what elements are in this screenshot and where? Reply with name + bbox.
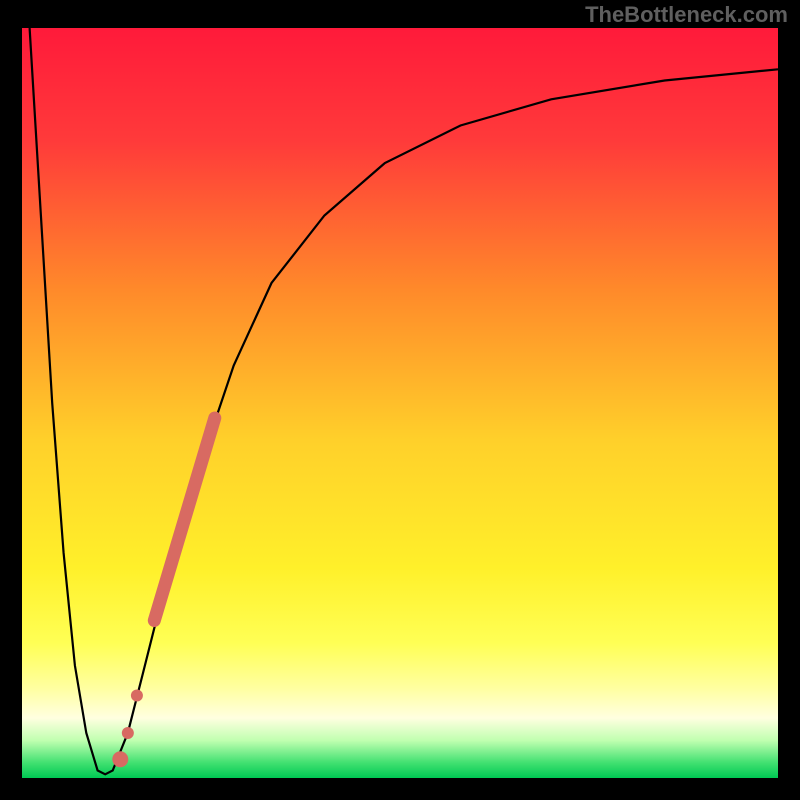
highlight-dot — [122, 727, 134, 739]
highlight-dot — [131, 690, 143, 702]
plot-background — [22, 28, 778, 778]
chart-container: TheBottleneck.com — [0, 0, 800, 800]
highlight-dot — [112, 751, 128, 767]
bottleneck-chart — [0, 0, 800, 800]
watermark-label: TheBottleneck.com — [585, 2, 788, 28]
